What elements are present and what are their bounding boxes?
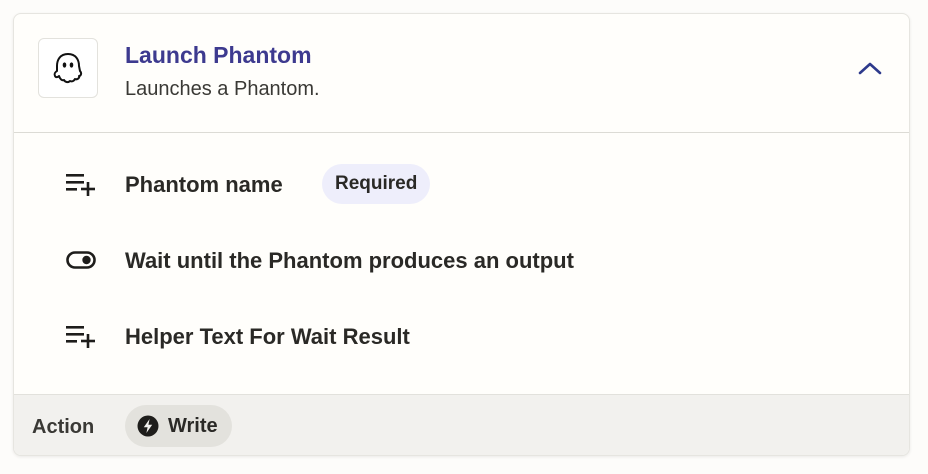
step-footer: Action Write xyxy=(14,394,909,455)
step-header[interactable]: Launch Phantom Launches a Phantom. xyxy=(14,14,909,133)
step-title: Launch Phantom xyxy=(125,42,312,68)
ghost-icon xyxy=(38,38,98,98)
field-label: Helper Text For Wait Result xyxy=(125,324,410,349)
step-card: Launch Phantom Launches a Phantom. Phant… xyxy=(13,13,910,456)
step-type-value: Write xyxy=(168,414,218,437)
field-phantom-name[interactable]: Phantom name Required xyxy=(14,164,909,204)
collapse-button[interactable] xyxy=(852,52,888,84)
bolt-icon xyxy=(137,415,159,437)
field-helper-text[interactable]: Helper Text For Wait Result xyxy=(14,316,909,356)
field-wait-output[interactable]: Wait until the Phantom produces an outpu… xyxy=(14,240,909,280)
list-add-icon xyxy=(66,322,96,350)
step-description: Launches a Phantom. xyxy=(125,78,320,100)
field-label: Phantom name xyxy=(125,172,283,197)
toggle-icon xyxy=(66,246,96,274)
list-add-icon xyxy=(66,170,96,198)
step-type-label: Action xyxy=(32,416,95,438)
write-badge: Write xyxy=(125,405,232,447)
field-label: Wait until the Phantom produces an outpu… xyxy=(125,248,574,273)
required-badge: Required xyxy=(322,164,431,204)
chevron-up-icon xyxy=(858,62,882,75)
